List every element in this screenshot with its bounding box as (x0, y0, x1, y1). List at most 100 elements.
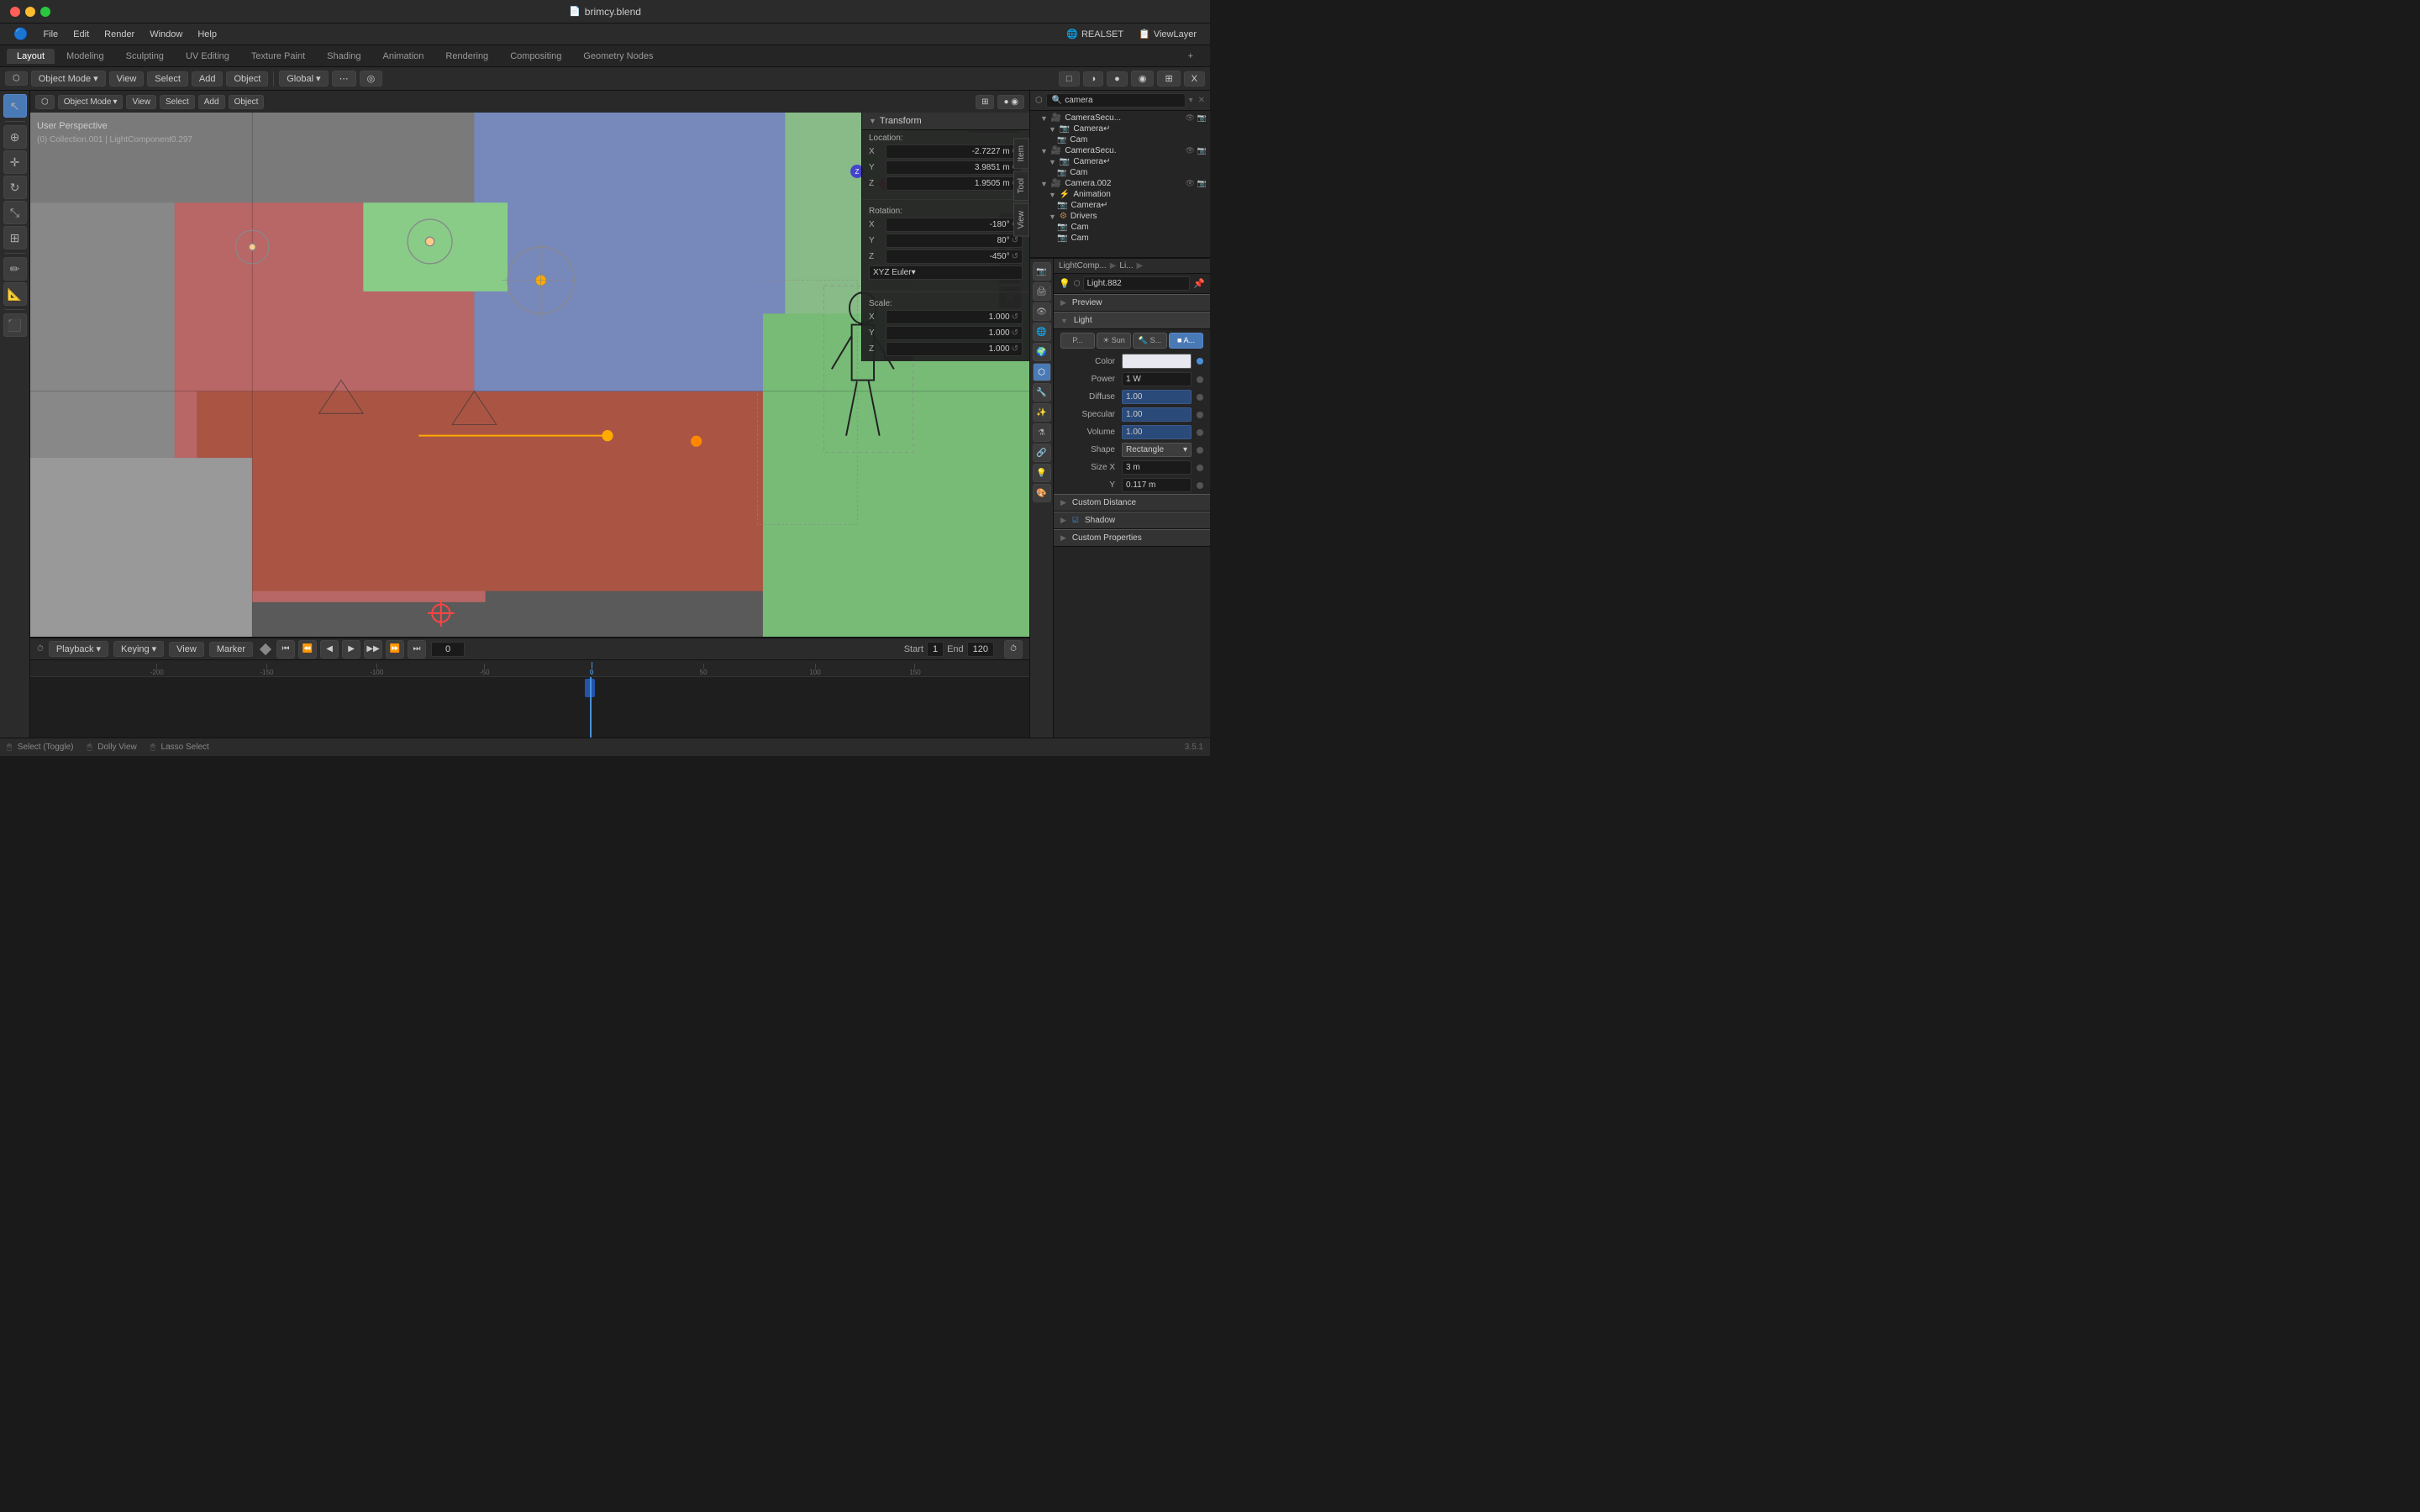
outline-camera-002[interactable]: ▼ 🎥 Camera.002 👁 📷 (1030, 178, 1210, 189)
render-menu[interactable]: Render (97, 28, 141, 41)
render-layer-selector[interactable]: 📋 ViewLayer (1132, 27, 1203, 41)
viewport-wrapper[interactable]: ⬡ Object Mode ▾ View Select Add Object ⊞… (30, 91, 1029, 637)
specular-keyframe-dot[interactable] (1197, 412, 1203, 418)
scale-z-field[interactable]: 1.000 ↺ (886, 342, 1023, 356)
viewport-editor-type[interactable]: ⬡ (35, 95, 55, 109)
custom-props-header[interactable]: ▶ Custom Properties (1054, 529, 1210, 547)
shape-keyframe-dot[interactable] (1197, 447, 1203, 454)
eye-btn-2[interactable]: 👁 (1185, 146, 1194, 155)
blender-menu[interactable]: 🔵 (7, 25, 34, 43)
rotate-tool[interactable]: ↻ (3, 176, 27, 199)
measure-tool[interactable]: 📐 (3, 282, 27, 306)
volume-field[interactable]: 1.00 (1122, 425, 1192, 439)
size-y-field[interactable]: 0.117 m (1122, 478, 1192, 492)
viewport-overlay-btn[interactable]: ⊞ (976, 95, 994, 109)
tab-animation[interactable]: Animation (373, 49, 434, 64)
volume-keyframe-dot[interactable] (1197, 429, 1203, 436)
loc-y-field[interactable]: 3.9851 m ↺ (886, 160, 1023, 175)
outliner-filter-btn[interactable]: ▾ (1189, 96, 1193, 105)
camera-btn-1[interactable]: 📷 (1197, 113, 1207, 123)
outliner-close-btn[interactable]: ✕ (1198, 96, 1205, 105)
outline-camerasecu-2[interactable]: ▼ 🎥 CameraSecu. 👁 📷 (1030, 145, 1210, 156)
size-y-keyframe-dot[interactable] (1197, 482, 1203, 489)
xray-toggle[interactable]: X (1184, 71, 1205, 87)
props-tab-physics[interactable]: ⚗ (1033, 423, 1051, 442)
outline-drivers[interactable]: ▼ ⚙ Drivers (1030, 211, 1210, 222)
viewport-shading-render[interactable]: ◉ (1131, 71, 1155, 87)
transform-selector[interactable]: Global ▾ (279, 71, 328, 87)
prev-keyframe-btn[interactable]: ⏪ (298, 640, 317, 659)
end-frame-value[interactable]: 120 (967, 642, 994, 657)
shape-dropdown[interactable]: Rectangle ▾ (1122, 443, 1192, 457)
current-frame-display[interactable]: 0 (431, 642, 465, 657)
props-tab-render[interactable]: 📷 (1033, 262, 1051, 281)
play-back-btn[interactable]: ◀ (320, 640, 339, 659)
tab-modeling[interactable]: Modeling (56, 49, 114, 64)
maximize-button[interactable] (40, 7, 50, 17)
light-tab-sun[interactable]: ☀ Sun (1097, 333, 1131, 349)
play-btn[interactable]: ▶ (342, 640, 360, 659)
overlay-toggle[interactable]: ⊞ (1157, 71, 1180, 87)
tab-uv-editing[interactable]: UV Editing (176, 49, 239, 64)
item-tab[interactable]: Item (1013, 138, 1029, 169)
outline-cam-2-1-1[interactable]: 📷 Cam (1030, 167, 1210, 178)
marker-menu[interactable]: Marker (209, 642, 253, 657)
view-menu[interactable]: View (109, 71, 145, 87)
cube-add-tool[interactable]: ⬛ (3, 313, 27, 337)
window-menu[interactable]: Window (143, 28, 189, 41)
add-menu[interactable]: Add (192, 71, 224, 87)
props-tab-modifier[interactable]: 🔧 (1033, 383, 1051, 402)
outline-cam-anim[interactable]: 📷 Camera↵ (1030, 200, 1210, 211)
proportional-button[interactable]: ◎ (360, 71, 383, 87)
view-button[interactable]: ⬡ (5, 71, 28, 86)
tab-compositing[interactable]: Compositing (500, 49, 571, 64)
rotation-mode-dropdown[interactable]: XYZ Euler ▾ (869, 265, 1023, 280)
props-tab-output[interactable]: 🖨 (1033, 282, 1051, 301)
color-keyframe-dot[interactable] (1197, 358, 1203, 365)
timeline-tracks[interactable] (30, 677, 1029, 738)
tab-add[interactable]: + (1178, 49, 1203, 64)
props-tab-constraints[interactable]: 🔗 (1033, 444, 1051, 462)
annotate-tool[interactable]: ✏ (3, 257, 27, 281)
move-tool[interactable]: ✛ (3, 150, 27, 174)
props-tab-object[interactable]: ⬡ (1033, 363, 1051, 381)
custom-distance-header[interactable]: ▶ Custom Distance (1054, 494, 1210, 512)
props-tab-data[interactable]: 💡 (1033, 464, 1051, 482)
object-name-field[interactable]: Light.882 (1083, 276, 1191, 291)
transform-panel-header[interactable]: ▼ Transform (862, 113, 1029, 130)
close-button[interactable] (10, 7, 20, 17)
rot-z-field[interactable]: -450° ↺ (886, 249, 1023, 264)
light-tab-area[interactable]: ■ A... (1169, 333, 1203, 349)
outline-cam-d-2[interactable]: 📷 Cam (1030, 233, 1210, 244)
viewport-shading-wire[interactable]: □ (1059, 71, 1080, 87)
viewport-add-menu[interactable]: Add (198, 95, 225, 109)
camera-btn-2[interactable]: 📷 (1197, 146, 1207, 155)
viewport-shading-btns[interactable]: ● ◉ (997, 95, 1024, 109)
power-field[interactable]: 1 W (1122, 372, 1192, 386)
viewport-select-menu[interactable]: Select (160, 95, 195, 109)
tab-geometry-nodes[interactable]: Geometry Nodes (573, 49, 663, 64)
outline-animation[interactable]: ▼ ⚡ Animation (1030, 189, 1210, 200)
camera-btn-3[interactable]: 📷 (1197, 179, 1207, 188)
cursor-tool[interactable]: ⊕ (3, 125, 27, 149)
size-x-field[interactable]: 3 m (1122, 460, 1192, 475)
eye-btn-3[interactable]: 👁 (1185, 179, 1194, 188)
tab-layout[interactable]: Layout (7, 49, 55, 64)
shadow-enabled-icon[interactable]: ☑ (1072, 516, 1079, 525)
outline-camera-1-1[interactable]: ▼ 📷 Camera↵ (1030, 123, 1210, 134)
loc-z-field[interactable]: 1.9505 m ↺ (886, 176, 1023, 191)
timeline-clock-btn[interactable]: ⏱ (1004, 640, 1023, 659)
pin-button[interactable]: 📌 (1193, 278, 1205, 289)
minimize-button[interactable] (25, 7, 35, 17)
eye-btn-1[interactable]: 👁 (1185, 113, 1194, 123)
props-tab-particles[interactable]: ✨ (1033, 403, 1051, 422)
preview-section-header[interactable]: ▶ Preview (1054, 294, 1210, 312)
outline-cam-d-1[interactable]: 📷 Cam (1030, 222, 1210, 233)
viewport-shading-material[interactable]: ● (1107, 71, 1128, 87)
file-menu[interactable]: File (36, 28, 65, 41)
rot-x-field[interactable]: -180° ↺ (886, 218, 1023, 232)
next-keyframe-btn[interactable]: ⏩ (386, 640, 404, 659)
keying-menu[interactable]: Keying▾ (113, 641, 164, 657)
select-menu[interactable]: Select (147, 71, 188, 87)
scale-x-field[interactable]: 1.000 ↺ (886, 310, 1023, 324)
